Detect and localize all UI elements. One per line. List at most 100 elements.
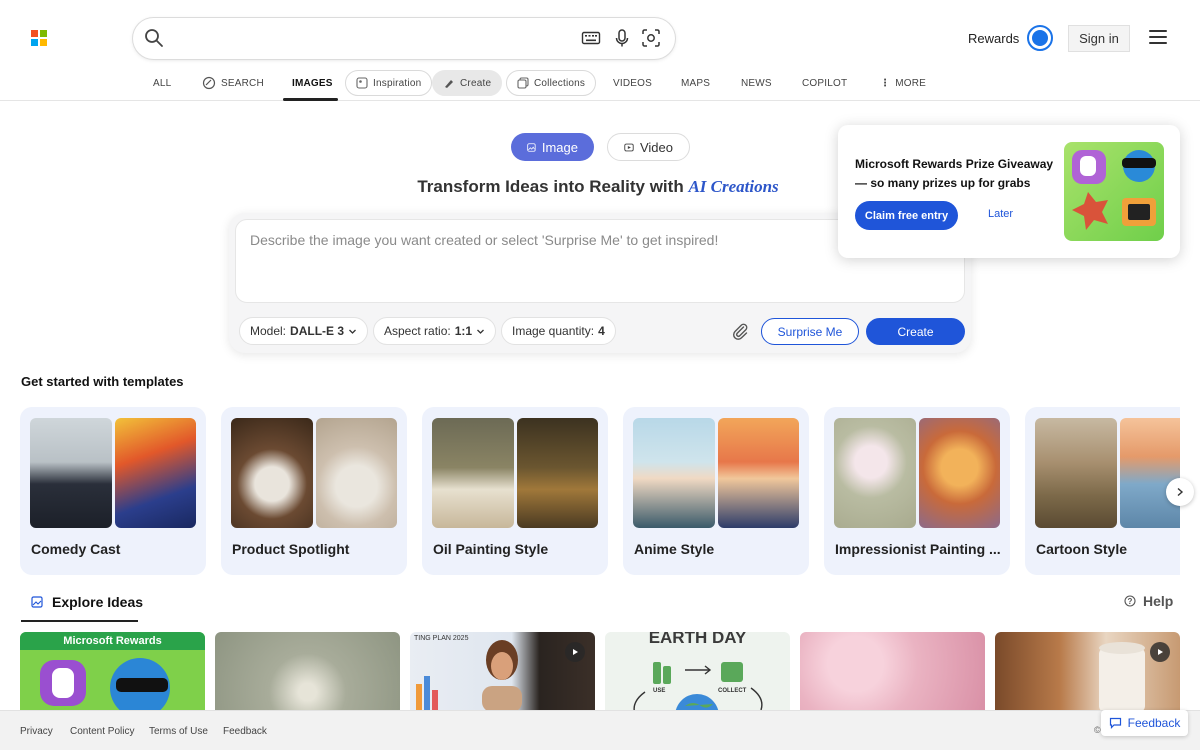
chevron-right-icon bbox=[1177, 487, 1184, 497]
carousel-next-button[interactable] bbox=[1166, 478, 1194, 506]
create-button[interactable]: Create bbox=[866, 318, 965, 345]
tab-images[interactable]: IMAGES bbox=[292, 70, 333, 96]
explore-tab-indicator bbox=[21, 620, 138, 622]
feedback-chat-icon bbox=[1109, 717, 1121, 729]
templates-heading: Get started with templates bbox=[21, 374, 184, 389]
model-value: DALL-E 3 bbox=[290, 324, 345, 338]
sign-in-button[interactable]: Sign in bbox=[1068, 25, 1130, 52]
tab-inspiration-label: Inspiration bbox=[373, 77, 422, 89]
template-label: Anime Style bbox=[634, 541, 715, 557]
rewards-medal-icon bbox=[1027, 25, 1054, 51]
later-link[interactable]: Later bbox=[988, 208, 1013, 220]
promo-prizes-image bbox=[1064, 142, 1164, 241]
feedback-button[interactable]: Feedback bbox=[1101, 710, 1188, 736]
template-card-anime-style[interactable]: Anime Style bbox=[623, 407, 809, 575]
model-select[interactable]: Model: DALL-E 3 bbox=[239, 317, 369, 345]
aspect-label: Aspect ratio: bbox=[384, 324, 451, 338]
keyboard-icon[interactable] bbox=[581, 28, 601, 48]
promo-title-line2: — so many prizes up for grabs bbox=[855, 176, 1031, 190]
terms-of-use-link[interactable]: Terms of Use bbox=[149, 726, 208, 737]
copilot-search-icon bbox=[202, 76, 216, 90]
active-tab-indicator bbox=[283, 98, 338, 101]
collections-icon bbox=[517, 77, 529, 89]
hamburger-menu-icon[interactable] bbox=[1149, 30, 1167, 46]
template-thumbnails bbox=[1035, 418, 1180, 528]
idea-card-coffee-cup[interactable] bbox=[995, 632, 1180, 712]
inspiration-icon bbox=[356, 77, 368, 89]
explore-ideas-grid: Microsoft Rewards TING PLAN 2025 EARTH D… bbox=[20, 632, 1180, 712]
surprise-me-button[interactable]: Surprise Me bbox=[761, 318, 859, 345]
template-label: Cartoon Style bbox=[1036, 541, 1128, 557]
play-icon[interactable] bbox=[1150, 642, 1170, 662]
quantity-value: 4 bbox=[598, 324, 605, 338]
tab-copilot[interactable]: COPILOT bbox=[802, 70, 847, 96]
template-card-cartoon-style[interactable]: Cartoon Style bbox=[1025, 407, 1180, 575]
tab-create[interactable]: Create bbox=[432, 70, 503, 96]
top-header: Rewards Sign in ALL SEARCH IMAGES Inspir… bbox=[0, 0, 1200, 101]
tab-collections[interactable]: Collections bbox=[506, 70, 597, 96]
page-footer: Privacy Content Policy Terms of Use Feed… bbox=[0, 710, 1200, 750]
microphone-icon[interactable] bbox=[612, 28, 632, 48]
tab-maps[interactable]: MAPS bbox=[681, 70, 710, 96]
rewards-link[interactable]: Rewards bbox=[968, 25, 1054, 51]
tab-more[interactable]: ⋮ MORE bbox=[880, 70, 926, 96]
tab-search[interactable]: SEARCH bbox=[202, 70, 264, 96]
image-mode-label: Image bbox=[541, 139, 578, 155]
search-icon[interactable] bbox=[144, 28, 164, 48]
copyright-mark: © bbox=[1094, 725, 1101, 735]
aspect-value: 1:1 bbox=[454, 324, 473, 338]
content-policy-link[interactable]: Content Policy bbox=[70, 726, 134, 737]
template-card-comedy-cast[interactable]: Comedy Cast bbox=[20, 407, 206, 575]
image-mode-toggle[interactable]: Image bbox=[511, 133, 594, 161]
play-icon[interactable] bbox=[565, 642, 585, 662]
template-thumbnails bbox=[834, 418, 1000, 528]
tab-news[interactable]: NEWS bbox=[741, 70, 772, 96]
promo-title-line1: Microsoft Rewards Prize Giveaway bbox=[855, 157, 1054, 171]
privacy-link[interactable]: Privacy bbox=[20, 726, 53, 737]
claim-free-entry-button[interactable]: Claim free entry bbox=[855, 201, 958, 230]
image-icon bbox=[31, 596, 43, 608]
template-thumbnails bbox=[633, 418, 799, 528]
template-label: Impressionist Painting ... bbox=[835, 541, 1001, 557]
headline-accent: AI Creations bbox=[688, 177, 779, 196]
idea-card-rewards[interactable]: Microsoft Rewards bbox=[20, 632, 205, 712]
help-label: Help bbox=[1143, 593, 1174, 609]
explore-ideas-tab[interactable]: Explore Ideas bbox=[31, 594, 143, 610]
template-label: Oil Painting Style bbox=[433, 541, 549, 557]
search-input[interactable] bbox=[175, 26, 595, 50]
tab-create-label: Create bbox=[460, 77, 492, 89]
template-card-oil-painting[interactable]: Oil Painting Style bbox=[422, 407, 608, 575]
idea-card-cherry-blossom[interactable] bbox=[800, 632, 985, 712]
help-link[interactable]: ? Help bbox=[1124, 593, 1173, 609]
create-brush-icon bbox=[445, 80, 453, 88]
idea-card-earth-day[interactable]: EARTH DAY USE COLLECT bbox=[605, 632, 790, 712]
visual-search-icon[interactable] bbox=[641, 28, 661, 48]
template-label: Product Spotlight bbox=[232, 541, 350, 557]
tab-videos[interactable]: VIDEOS bbox=[613, 70, 652, 96]
idea-card-dandelion[interactable] bbox=[215, 632, 400, 712]
model-label: Model: bbox=[250, 324, 287, 338]
template-card-product-spotlight[interactable]: Product Spotlight bbox=[221, 407, 407, 575]
quantity-label: Image quantity: bbox=[512, 324, 595, 338]
footer-feedback-link[interactable]: Feedback bbox=[223, 726, 267, 737]
templates-carousel: Comedy Cast Product Spotlight Oil Painti… bbox=[20, 407, 1180, 575]
microsoft-logo-icon[interactable] bbox=[31, 30, 47, 46]
aspect-ratio-select[interactable]: Aspect ratio: 1:1 bbox=[373, 317, 497, 345]
svg-text:?: ? bbox=[1128, 597, 1133, 606]
video-mode-label: Video bbox=[639, 139, 673, 155]
tab-inspiration[interactable]: Inspiration bbox=[345, 70, 433, 96]
rewards-promo-popup: Microsoft Rewards Prize Giveaway — so ma… bbox=[838, 125, 1180, 258]
video-mode-toggle[interactable]: Video bbox=[607, 133, 690, 161]
chevron-down-icon bbox=[349, 329, 356, 334]
idea-card-marketing-plan[interactable]: TING PLAN 2025 bbox=[410, 632, 595, 712]
attach-paperclip-icon[interactable] bbox=[731, 322, 749, 340]
explore-ideas-label: Explore Ideas bbox=[52, 594, 144, 610]
image-quantity-select[interactable]: Image quantity: 4 bbox=[501, 317, 616, 345]
search-box bbox=[133, 18, 675, 59]
chevron-down-icon bbox=[477, 329, 485, 334]
more-dots-icon: ⋮ bbox=[880, 77, 891, 89]
video-icon bbox=[624, 143, 634, 151]
template-label: Comedy Cast bbox=[31, 541, 121, 557]
tab-all[interactable]: ALL bbox=[153, 70, 171, 96]
template-card-impressionist[interactable]: Impressionist Painting ... bbox=[824, 407, 1010, 575]
